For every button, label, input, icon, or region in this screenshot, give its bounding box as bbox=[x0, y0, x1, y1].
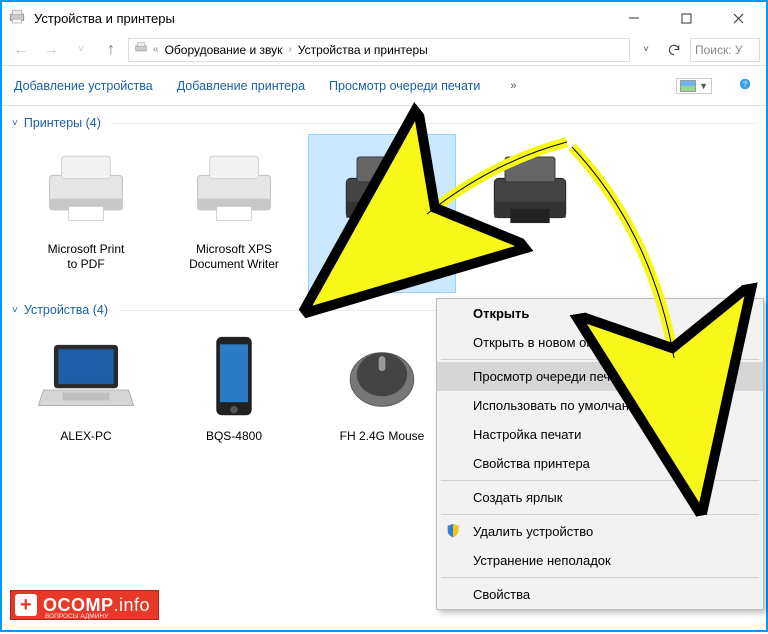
shared-badge-icon bbox=[354, 215, 376, 240]
chevron-down-icon: ˅ bbox=[12, 305, 18, 316]
context-menu: Открыть Открыть в новом окне Просмотр оч… bbox=[436, 298, 764, 610]
picture-icon bbox=[680, 80, 696, 92]
device-label: ALEX-PC bbox=[16, 429, 156, 444]
watermark-suffix: .info bbox=[114, 595, 151, 616]
breadcrumb-devices-printers[interactable]: Устройства и принтеры bbox=[296, 43, 430, 57]
device-item[interactable]: BQS-4800 bbox=[160, 321, 308, 450]
shield-icon bbox=[445, 522, 461, 541]
plus-icon: + bbox=[15, 594, 37, 616]
window-title: Устройства и принтеры bbox=[34, 11, 604, 26]
group-devices-label: Устройства (4) bbox=[24, 303, 108, 317]
addr-dropdown[interactable]: ˅ bbox=[634, 38, 658, 62]
printer-item-selected[interactable]: Samsung ML-1860 Series (USB001) bbox=[308, 134, 456, 293]
printer-label: Samsung ML-1860 Series (USB001) bbox=[312, 242, 452, 287]
maximize-button[interactable] bbox=[664, 4, 708, 32]
printer-item[interactable]: Microsoft Print to PDF bbox=[12, 134, 160, 293]
printer-label: Microsoft Print to PDF bbox=[16, 242, 156, 272]
ctx-printer-properties[interactable]: Свойства принтера bbox=[437, 449, 763, 478]
devices-icon bbox=[133, 41, 149, 58]
printer-label: Microsoft XPS Document Writer bbox=[164, 242, 304, 272]
device-item[interactable]: ALEX-PC bbox=[12, 321, 160, 450]
ctx-set-default[interactable]: Использовать по умолчанию bbox=[437, 391, 763, 420]
chevron-icon: « bbox=[153, 44, 159, 55]
toolbar-overflow[interactable]: » bbox=[504, 80, 522, 92]
chevron-down-icon: ˅ bbox=[12, 118, 18, 129]
printer-icon bbox=[16, 142, 156, 238]
mouse-icon bbox=[312, 329, 452, 425]
add-printer-button[interactable]: Добавление принтера bbox=[177, 79, 305, 93]
view-print-queue-button[interactable]: Просмотр очереди печати bbox=[329, 79, 480, 93]
ctx-view-print-queue[interactable]: Просмотр очереди печати bbox=[437, 362, 763, 391]
printer-item[interactable]: Microsoft XPS Document Writer bbox=[160, 134, 308, 293]
minimize-button[interactable] bbox=[612, 4, 656, 32]
search-placeholder: Поиск: У bbox=[695, 43, 743, 57]
laptop-icon bbox=[16, 329, 156, 425]
ctx-open[interactable]: Открыть bbox=[437, 299, 763, 328]
watermark-subtitle: ВОПРОСЫ АДМИНУ bbox=[45, 613, 108, 620]
watermark-badge: + OCOMP.info ВОПРОСЫ АДМИНУ bbox=[10, 590, 159, 620]
devices-printers-icon bbox=[8, 8, 26, 29]
device-item[interactable]: FH 2.4G Mouse bbox=[308, 321, 456, 450]
refresh-button[interactable] bbox=[662, 38, 686, 62]
group-printers-header[interactable]: ˅ Принтеры (4) bbox=[12, 116, 756, 130]
ctx-properties[interactable]: Свойства bbox=[437, 580, 763, 609]
forward-button[interactable]: → bbox=[38, 37, 64, 63]
address-bar[interactable]: « Оборудование и звук › Устройства и при… bbox=[128, 38, 630, 62]
device-label: FH 2.4G Mouse bbox=[312, 429, 452, 444]
ctx-troubleshoot[interactable]: Устранение неполадок bbox=[437, 546, 763, 575]
recent-dropdown[interactable]: ˅ bbox=[68, 37, 94, 63]
up-button[interactable]: ↑ bbox=[98, 37, 124, 63]
printer-samsung-icon bbox=[312, 142, 452, 238]
help-button[interactable]: ? bbox=[736, 77, 754, 94]
breadcrumb-hardware-sound[interactable]: Оборудование и звук bbox=[163, 43, 285, 57]
printer-icon bbox=[164, 142, 304, 238]
ctx-remove-device[interactable]: Удалить устройство bbox=[437, 517, 763, 546]
printer-item[interactable] bbox=[456, 134, 604, 293]
smartphone-icon bbox=[164, 329, 304, 425]
ctx-printing-preferences[interactable]: Настройка печати bbox=[437, 420, 763, 449]
group-printers-label: Принтеры (4) bbox=[24, 116, 101, 130]
back-button[interactable]: ← bbox=[8, 37, 34, 63]
ctx-create-shortcut[interactable]: Создать ярлык bbox=[437, 483, 763, 512]
printer-samsung-icon bbox=[460, 142, 600, 238]
view-options-button[interactable]: ▼ bbox=[676, 78, 712, 94]
svg-text:?: ? bbox=[743, 79, 747, 88]
search-input[interactable]: Поиск: У bbox=[690, 38, 760, 62]
close-button[interactable] bbox=[716, 4, 760, 32]
chevron-down-icon: ▼ bbox=[699, 81, 708, 91]
chevron-right-icon: › bbox=[288, 44, 291, 55]
device-label: BQS-4800 bbox=[164, 429, 304, 444]
ctx-open-new-window[interactable]: Открыть в новом окне bbox=[437, 328, 763, 357]
add-device-button[interactable]: Добавление устройства bbox=[14, 79, 153, 93]
